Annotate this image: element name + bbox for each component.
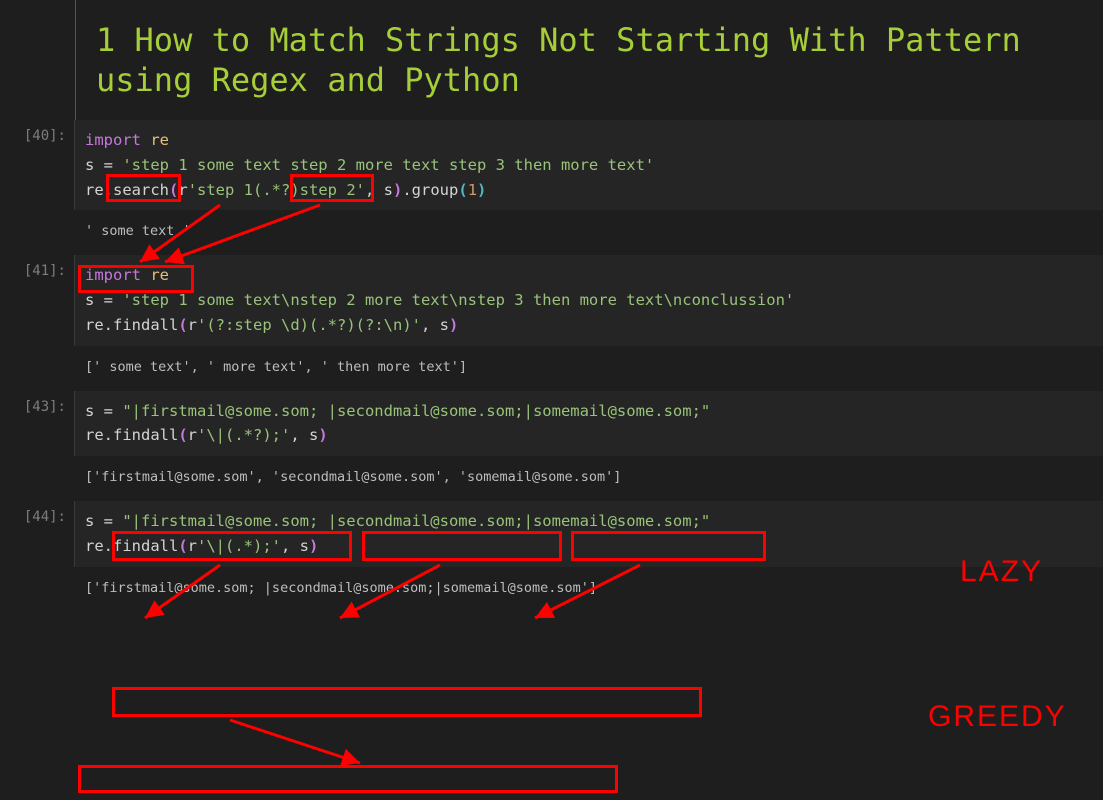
t: s [85,512,104,530]
op: = [104,512,123,530]
t: re.search [85,181,169,199]
cell-40-output: ' some text ' [0,210,1103,255]
t: r [188,316,197,334]
p: ) [449,316,458,334]
kw: import [85,131,141,149]
t: r [188,426,197,444]
t: , s [281,537,309,555]
label-greedy: GREEDY [928,700,1067,734]
cell-44-output-text: ['firstmail@some.som; |secondmail@some.s… [75,567,1103,612]
str: '\|(.*?);' [197,426,290,444]
str: '(?:step \d)(.*?)(?:\n)' [197,316,421,334]
cell-43-output-text: ['firstmail@some.som', 'secondmail@some.… [75,456,1103,501]
arrow-greedy [220,715,400,770]
cell-40-prompt: [40]: [0,120,75,210]
kw: import [85,266,141,284]
str: "|firstmail@some.som; |secondmail@some.s… [122,512,710,530]
t: r [178,181,187,199]
mod: re [150,131,169,149]
cell-41-prompt: [41]: [0,255,75,345]
p: ( [169,181,178,199]
cell-43-output: ['firstmail@some.som', 'secondmail@some.… [0,456,1103,501]
t: re.findall [85,537,178,555]
cell-40-code[interactable]: import re s = 'step 1 some text step 2 m… [75,120,1103,210]
cell-44-output: ['firstmail@some.som; |secondmail@some.s… [0,567,1103,612]
str: 'step 1 some text\nstep 2 more text\nste… [122,291,794,309]
n: 1 [468,181,477,199]
cell-40-input[interactable]: [40]: import re s = 'step 1 some text st… [0,120,1103,210]
t: r [188,537,197,555]
p: ) [318,426,327,444]
anno-box-greedy-output [78,765,618,793]
op: = [104,402,123,420]
op: = [104,156,123,174]
p: ( [178,316,187,334]
t: , s [365,181,393,199]
t: s [85,291,104,309]
cell-41-code[interactable]: import re s = 'step 1 some text\nstep 2 … [75,255,1103,345]
cell-43-input[interactable]: [43]: s = "|firstmail@some.som; |secondm… [0,391,1103,457]
t: s [85,156,104,174]
t: , s [290,426,318,444]
p: ) [477,181,486,199]
cell-41-output: [' some text', ' more text', ' then more… [0,346,1103,391]
mod: re [150,266,169,284]
cell-43-code[interactable]: s = "|firstmail@some.som; |secondmail@so… [75,391,1103,457]
p: ( [458,181,467,199]
t: re.findall [85,426,178,444]
cell-43-prompt: [43]: [0,391,75,457]
op: = [104,291,123,309]
p: ) [393,181,402,199]
str: 'step 1(.*?)step 2' [188,181,365,199]
t: s [85,402,104,420]
cell-44-code[interactable]: s = "|firstmail@some.som; |secondmail@so… [75,501,1103,567]
anno-box-greedy-string [112,687,702,717]
cell-44-input[interactable]: [44]: s = "|firstmail@some.som; |secondm… [0,501,1103,567]
p: ) [309,537,318,555]
label-lazy: LAZY [960,555,1043,589]
cell-41-input[interactable]: [41]: import re s = 'step 1 some text\ns… [0,255,1103,345]
p: ( [178,537,187,555]
cell-40-output-text: ' some text ' [75,210,1103,255]
str: "|firstmail@some.som; |secondmail@some.s… [122,402,710,420]
t: .group [402,181,458,199]
page-title: 1 How to Match Strings Not Starting With… [75,0,1103,120]
str: '\|(.*);' [197,537,281,555]
p: ( [178,426,187,444]
t: re.findall [85,316,178,334]
cell-44-prompt: [44]: [0,501,75,567]
cell-41-output-text: [' some text', ' more text', ' then more… [75,346,1103,391]
t: , s [421,316,449,334]
str: 'step 1 some text step 2 more text step … [122,156,654,174]
